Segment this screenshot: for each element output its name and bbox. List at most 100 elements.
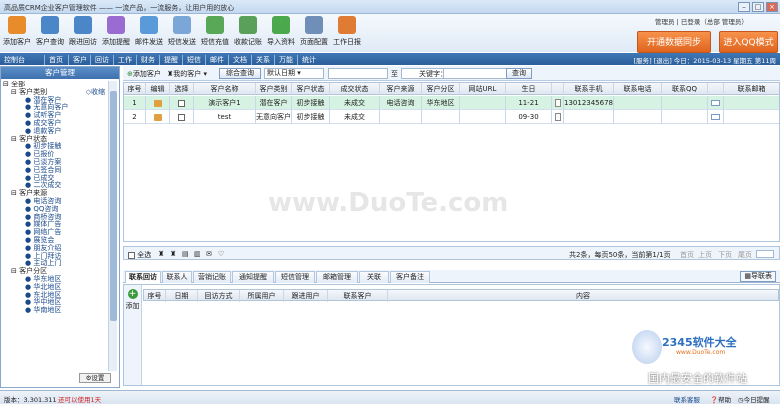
toolbar-daily-report[interactable]: 工作日报	[330, 16, 364, 47]
help-link[interactable]: ❓帮助	[710, 394, 731, 404]
add-visit-button[interactable]: + 添加	[124, 285, 142, 385]
batch-favorite-icon[interactable]: ♡	[218, 250, 224, 258]
nav-relations[interactable]: 关系	[251, 55, 270, 65]
date-field-select[interactable]: 默认日期 ▾	[264, 68, 324, 79]
batch-mail-icon[interactable]: ✉	[206, 250, 212, 258]
combined-query-button[interactable]: 综合查询	[219, 68, 261, 79]
sidebar-scrollbar[interactable]	[108, 81, 117, 371]
nav-visit[interactable]: 回访	[90, 55, 109, 65]
col-icon-1[interactable]	[552, 83, 564, 95]
batch-transfer-icon[interactable]: ♜	[170, 250, 176, 258]
tree-item[interactable]: ● 已签合同	[3, 166, 107, 175]
minimize-button[interactable]: –	[738, 2, 750, 12]
sub-col-method[interactable]: 回访方式	[198, 290, 240, 302]
settings-button[interactable]: ⚙设置	[79, 373, 111, 383]
calendar-icon[interactable]	[552, 96, 564, 110]
tab-contacts[interactable]: 联系人	[162, 271, 192, 283]
add-customer-link[interactable]: ⊕添加客户	[127, 69, 161, 79]
toolbar-import[interactable]: 导入资料	[264, 16, 298, 47]
open-sync-button[interactable]: 开通数据同步	[637, 31, 711, 53]
col-name[interactable]: 客户名称	[194, 83, 256, 95]
tab-mailbox[interactable]: 邮箱管理	[316, 271, 358, 283]
pager-prev[interactable]: 上页	[698, 250, 712, 260]
nav-console[interactable]: 控制台	[4, 55, 25, 65]
tab-sms[interactable]: 短信管理	[275, 271, 315, 283]
batch-user-icon[interactable]: ♜	[158, 250, 164, 258]
nav-universal[interactable]: 万能	[274, 55, 293, 65]
message-icon[interactable]	[708, 96, 724, 110]
nav-mail[interactable]: 邮件	[205, 55, 224, 65]
batch-sms-icon[interactable]: ▥	[194, 250, 201, 258]
nav-customer[interactable]: 客户	[68, 55, 87, 65]
table-row[interactable]: 2 test 无意向客户 初步接触 未成交 09-30	[124, 110, 779, 124]
col-phone[interactable]: 联系电话	[614, 83, 662, 95]
col-url[interactable]: 网站URL	[460, 83, 506, 95]
col-deal[interactable]: 成交状态	[330, 83, 380, 95]
table-row[interactable]: 1 演示客户1 潜在客户 初步接触 未成交 电话咨询 华东地区 11-21 13…	[124, 96, 779, 110]
col-edit[interactable]: 编辑	[146, 83, 170, 95]
toolbar-add-reminder[interactable]: 添加提醒	[99, 16, 133, 47]
toolbar-sms-recharge[interactable]: 短信充值	[198, 16, 232, 47]
edit-icon[interactable]	[146, 96, 170, 110]
nav-stats[interactable]: 统计	[297, 55, 316, 65]
batch-delete-icon[interactable]: ▤	[182, 250, 189, 258]
toolbar-payment[interactable]: 收款记账	[231, 16, 265, 47]
sub-col-customer[interactable]: 联系客户	[328, 290, 388, 302]
nav-reminder[interactable]: 提醒	[159, 55, 178, 65]
pager-last[interactable]: 尾页	[738, 250, 752, 260]
message-icon[interactable]	[708, 110, 724, 124]
nav-home[interactable]: 首页	[44, 55, 63, 65]
col-region[interactable]: 客户分区	[422, 83, 460, 95]
sub-col-follower[interactable]: 跟进用户	[284, 290, 328, 302]
col-birthday[interactable]: 生日	[506, 83, 552, 95]
row-checkbox[interactable]	[170, 110, 194, 124]
toolbar-customer-query[interactable]: 客户查询	[33, 16, 67, 47]
pager-next[interactable]: 下页	[718, 250, 732, 260]
col-no[interactable]: 序号	[124, 83, 146, 95]
col-icon-2[interactable]	[708, 83, 724, 95]
maximize-button[interactable]: □	[752, 2, 764, 12]
col-status[interactable]: 客户状态	[292, 83, 330, 95]
toolbar-send-sms[interactable]: 短信发送	[165, 16, 199, 47]
pager-first[interactable]: 首页	[680, 250, 694, 260]
sub-col-no[interactable]: 序号	[144, 290, 166, 302]
col-qq[interactable]: 联系QQ	[662, 83, 708, 95]
col-email[interactable]: 联系邮箱	[724, 83, 779, 95]
col-mobile[interactable]: 联系手机	[564, 83, 614, 95]
sub-col-owner[interactable]: 所属用户	[240, 290, 284, 302]
close-button[interactable]: ×	[766, 2, 778, 12]
date-from-input[interactable]	[328, 68, 388, 79]
col-category[interactable]: 客户类别	[256, 83, 292, 95]
select-all-checkbox[interactable]: 全选	[128, 250, 151, 260]
page-jump-input[interactable]	[756, 250, 774, 260]
tree-item[interactable]: ● 初步接触	[3, 142, 107, 151]
toolbar-add-customer[interactable]: 添加客户	[0, 16, 34, 47]
row-checkbox[interactable]	[170, 96, 194, 110]
export-button[interactable]: ▦导联表	[740, 271, 776, 282]
col-source[interactable]: 客户来源	[380, 83, 422, 95]
nav-docs[interactable]: 文档	[228, 55, 247, 65]
keyword-input[interactable]	[443, 68, 509, 79]
sidebar-scroll-thumb[interactable]	[110, 91, 117, 321]
tab-related[interactable]: 关联	[359, 271, 389, 283]
support-link[interactable]: 联系客服	[674, 394, 700, 404]
nav-work[interactable]: 工作	[113, 55, 132, 65]
nav-finance[interactable]: 财务	[136, 55, 155, 65]
tab-visits[interactable]: 联系回访	[125, 271, 161, 283]
sub-col-content[interactable]: 内容	[388, 290, 778, 302]
toolbar-send-mail[interactable]: 邮件发送	[132, 16, 166, 47]
qq-mode-button[interactable]: 进入QQ模式	[719, 31, 778, 53]
toolbar-follow-up[interactable]: 跟进回访	[66, 16, 100, 47]
my-customers-dropdown[interactable]: ♜我的客户 ▾	[167, 69, 207, 79]
tree-item[interactable]: ● 网络广告	[3, 228, 107, 237]
tab-marketing[interactable]: 营销记账	[193, 271, 231, 283]
tree-item[interactable]: ● 华南地区	[3, 306, 107, 315]
col-select[interactable]: 选择	[170, 83, 194, 95]
calendar-icon[interactable]	[552, 110, 564, 124]
edit-icon[interactable]	[146, 110, 170, 124]
query-button[interactable]: 查询	[506, 68, 532, 79]
sub-col-date[interactable]: 日期	[166, 290, 198, 302]
tab-notices[interactable]: 通知提醒	[232, 271, 274, 283]
nav-sms[interactable]: 短信	[182, 55, 201, 65]
toolbar-page-config[interactable]: 页面配置	[297, 16, 331, 47]
